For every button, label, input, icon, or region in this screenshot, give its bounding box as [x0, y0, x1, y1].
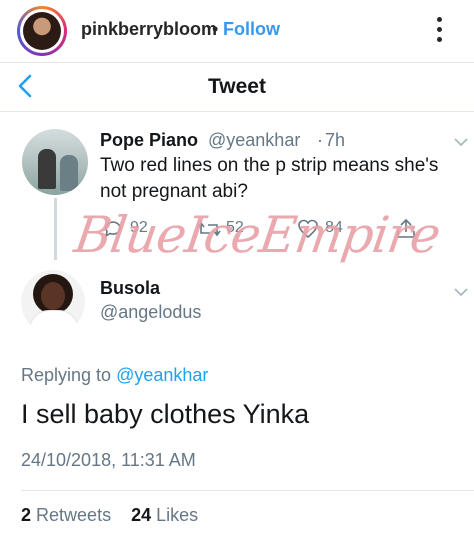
retweets-count[interactable]: 2: [21, 505, 31, 525]
replying-to-label: Replying to: [21, 365, 112, 385]
page-title: Tweet: [208, 75, 266, 98]
original-tweet-handle[interactable]: @yeankhar: [208, 130, 300, 151]
original-tweet-avatar[interactable]: [22, 129, 88, 195]
chevron-down-icon[interactable]: [452, 286, 470, 298]
chevron-down-icon[interactable]: [452, 136, 470, 148]
separator-dot: •: [212, 19, 219, 39]
original-tweet-author-name[interactable]: Pope Piano: [100, 130, 198, 151]
tweet-top-bar: Tweet: [0, 63, 474, 112]
likes-label[interactable]: Likes: [156, 505, 198, 525]
follow-button[interactable]: Follow: [223, 19, 280, 40]
more-vertical-icon[interactable]: [431, 14, 447, 44]
divider: [21, 490, 474, 491]
instagram-post-header: pinkberrybloom • Follow: [0, 0, 474, 63]
original-tweet-time: 7h: [325, 130, 346, 150]
reply-tweet-author-name[interactable]: Busola: [100, 278, 160, 299]
original-tweet-text: Two red lines on the p strip means she's…: [100, 155, 439, 202]
instagram-username[interactable]: pinkberrybloom: [81, 19, 217, 40]
replying-to-mention[interactable]: @yeankhar: [116, 365, 208, 385]
tweet-stats: 2 Retweets 24 Likes: [21, 505, 198, 526]
retweets-label[interactable]: Retweets: [36, 505, 111, 525]
reply-tweet-avatar[interactable]: [21, 270, 85, 334]
replying-to-line: Replying to @yeankhar: [21, 365, 208, 386]
thread-connector: [54, 198, 57, 260]
profile-avatar[interactable]: [17, 6, 67, 56]
reply-tweet-text: I sell baby clothes Yinka: [21, 399, 310, 429]
reply-tweet-handle[interactable]: @angelodus: [100, 302, 201, 323]
separator-dot: ·: [317, 130, 323, 150]
reply-tweet-timestamp: 24/10/2018, 11:31 AM: [21, 450, 196, 470]
likes-count[interactable]: 24: [131, 505, 151, 525]
watermark-text: BlueIceEmpire: [70, 206, 444, 264]
